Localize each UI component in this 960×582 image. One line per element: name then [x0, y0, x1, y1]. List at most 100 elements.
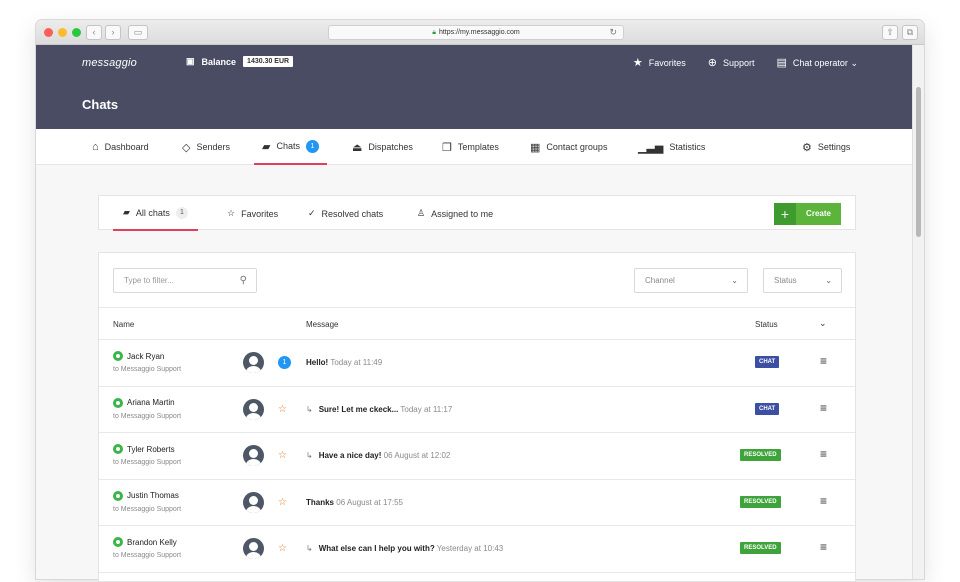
tabs-icon[interactable]: ⧉: [902, 25, 918, 40]
tab-assigned-label: Assigned to me: [431, 208, 494, 219]
reply-arrow-icon: ↳: [306, 544, 313, 554]
address-bar[interactable]: 🔒︎ https://my.messaggio.com ↻: [328, 25, 624, 40]
hamburger-icon[interactable]: ≡: [820, 354, 827, 368]
message-text: Thanks: [306, 497, 335, 507]
star-outline-icon[interactable]: ☆: [278, 497, 287, 508]
star-outline-icon[interactable]: ☆: [278, 543, 287, 554]
balance-value: 1430.30 EUR: [243, 56, 294, 67]
operator-menu[interactable]: ▤ Chat operator ⌄: [776, 56, 858, 69]
chevron-down-icon: ⌄: [825, 276, 832, 285]
tab-resolved-label: Resolved chats: [321, 208, 384, 219]
hamburger-icon[interactable]: ≡: [820, 494, 827, 508]
message-text: What else can I help you with?: [318, 544, 435, 554]
tab-resolved-chats[interactable]: ✓ Resolved chats: [308, 196, 383, 231]
contact-name: Tyler Roberts: [127, 444, 175, 454]
col-message[interactable]: Message: [306, 320, 338, 329]
star-outline-icon[interactable]: ☆: [278, 450, 287, 461]
status-badge: RESOLVED: [740, 449, 781, 462]
filter-input[interactable]: Type to filter... ⚲: [113, 268, 257, 293]
nav-dashboard[interactable]: ⌂ Dashboard: [92, 129, 149, 165]
zoom-window-button[interactable]: [72, 28, 81, 37]
avatar: [243, 445, 264, 467]
nav-templates[interactable]: ❐ Templates: [442, 129, 499, 165]
nav-dispatches[interactable]: ⏏ Dispatches: [352, 129, 413, 165]
contact-destination: to Messaggio Support: [113, 412, 182, 420]
chevron-down-icon[interactable]: ⌄: [819, 318, 827, 329]
chat-bubbles-icon: ▰: [262, 140, 271, 153]
contact-name: Justin Thomas: [127, 491, 179, 501]
all-chats-count: 1: [175, 206, 188, 219]
lock-icon: 🔒︎: [432, 29, 436, 36]
page-title: Chats: [82, 97, 119, 112]
home-icon: ⌂: [92, 141, 99, 153]
app-header: messaggio ▣ Balance 1430.30 EUR ★ Favorit…: [36, 45, 924, 129]
hamburger-icon[interactable]: ≡: [820, 401, 827, 415]
status-badge: RESOLVED: [740, 542, 781, 555]
tag-icon: ◇: [182, 141, 191, 154]
operator-label: Chat operator: [792, 58, 848, 68]
status-select-label: Status: [774, 276, 797, 285]
table-row[interactable]: Tyler Roberts to Messaggio Support ☆ ↳ Ha…: [99, 433, 855, 480]
nav-contact-groups[interactable]: ▦ Contact groups: [530, 129, 607, 165]
reply-arrow-icon: ↳: [306, 451, 313, 461]
avatar: [243, 398, 264, 420]
id-card-icon: ▤: [776, 57, 787, 69]
nav-contact-groups-label: Contact groups: [546, 142, 608, 152]
hamburger-icon[interactable]: ≡: [820, 540, 827, 554]
message-time: Yesterday at 10:43: [436, 544, 504, 554]
balance-label: Balance: [201, 56, 237, 67]
tab-favorites[interactable]: ☆ Favorites: [227, 196, 278, 231]
scrollbar-thumb[interactable]: [916, 87, 921, 237]
contact-name: Jack Ryan: [127, 351, 165, 361]
support-link[interactable]: ⊕ Support: [708, 56, 755, 69]
url-text: https://my.messaggio.com: [438, 29, 520, 36]
close-window-button[interactable]: [44, 28, 53, 37]
contact-destination: to Messaggio Support: [113, 366, 182, 373]
status-select[interactable]: Status ⌄: [763, 268, 842, 293]
star-outline-icon[interactable]: ☆: [278, 404, 287, 415]
chevron-down-icon: ⌄: [731, 276, 738, 285]
chat-list-panel: Type to filter... ⚲ Channel ⌄ Status ⌄ Name…: [98, 252, 856, 582]
reload-icon[interactable]: ↻: [609, 26, 617, 39]
col-name[interactable]: Name: [113, 320, 134, 329]
channel-select-label: Channel: [645, 276, 675, 285]
window-controls: [44, 28, 81, 37]
main-nav: ⌂ Dashboard ◇ Senders ▰ Chats 1 ⏏ Dispatches …: [36, 129, 924, 165]
scrollbar[interactable]: [912, 45, 924, 579]
create-label: Create: [796, 203, 841, 225]
chevron-down-icon: ⌄: [850, 58, 858, 68]
nav-chats[interactable]: ▰ Chats 1: [254, 129, 327, 165]
sidebar-toggle-icon[interactable]: ▭: [128, 25, 148, 40]
wallet-icon: ▣: [186, 56, 195, 66]
back-button[interactable]: ‹: [86, 25, 102, 40]
share-icon[interactable]: ⇧: [882, 25, 898, 40]
create-button[interactable]: + Create: [774, 203, 841, 225]
tab-all-chats[interactable]: ▰ All chats 1: [113, 196, 198, 231]
avatar: [243, 352, 264, 373]
tab-assigned-to-me[interactable]: ♙ Assigned to me: [417, 196, 493, 231]
nav-settings[interactable]: ⚙ Settings: [802, 129, 850, 165]
nav-senders-label: Senders: [196, 142, 230, 152]
table-row[interactable]: Brandon Kelly to Messaggio Support ☆ ↳ Wh…: [99, 526, 855, 573]
nav-statistics[interactable]: ▁▃▅ Statistics: [638, 129, 705, 165]
table-header: Name Message Status ⌄: [99, 308, 855, 340]
table-row[interactable]: Justin Thomas to Messaggio Support ☆ Tha…: [99, 480, 855, 527]
table-row[interactable]: Ariana Martin to Messaggio Support ☆ ↳ Su…: [99, 387, 855, 434]
nav-senders[interactable]: ◇ Senders: [182, 129, 230, 165]
favorites-link[interactable]: ★ Favorites: [633, 56, 686, 69]
col-status[interactable]: Status: [755, 320, 778, 329]
hamburger-icon[interactable]: ≡: [820, 447, 827, 461]
table-row[interactable]: Jack Ryan to Messaggio Support 1 Hello! …: [99, 340, 855, 387]
unread-badge: 1: [278, 356, 291, 369]
logo[interactable]: messaggio: [82, 57, 137, 69]
nav-statistics-label: Statistics: [669, 142, 706, 152]
status-badge: RESOLVED: [740, 495, 781, 508]
whatsapp-icon: [113, 444, 123, 455]
forward-button[interactable]: ›: [105, 25, 121, 40]
contact-destination: to Messaggio Support: [113, 459, 182, 467]
browser-toolbar: ‹ › ▭ 🔒︎ https://my.messaggio.com ↻ ⇧ ⧉: [36, 20, 924, 45]
nav-chats-label: Chats: [276, 141, 300, 151]
channel-select[interactable]: Channel ⌄: [634, 268, 748, 293]
nav-dispatches-label: Dispatches: [368, 142, 413, 152]
minimize-window-button[interactable]: [58, 28, 67, 37]
